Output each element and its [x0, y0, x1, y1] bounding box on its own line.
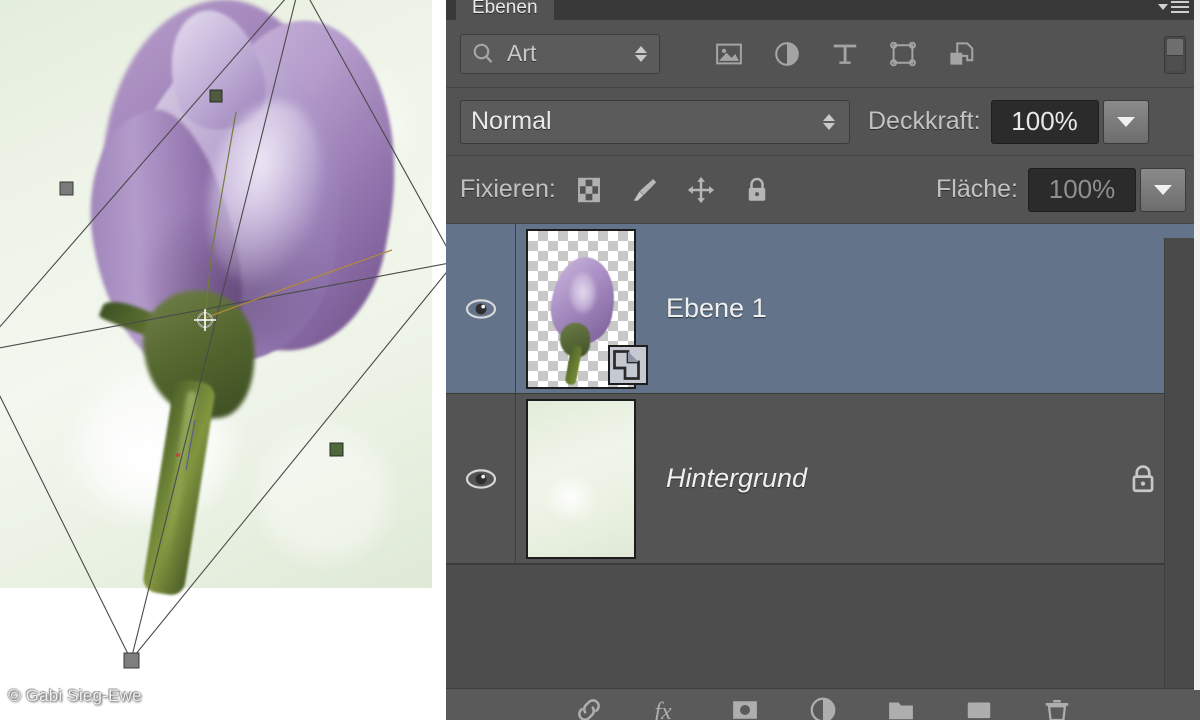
- layers-panel-toolbar: fx: [446, 688, 1200, 720]
- tab-ebenen[interactable]: Ebenen: [456, 0, 554, 20]
- photo-image: [0, 0, 432, 597]
- opacity-dropdown-button[interactable]: [1102, 99, 1149, 144]
- table-row[interactable]: Ebene 1: [446, 224, 1200, 394]
- copyright-watermark: © Gabi Sieg-Ewe: [8, 686, 142, 705]
- opacity-value: 100%: [1011, 106, 1078, 136]
- tab-ebenen-label: Ebenen: [472, 0, 538, 18]
- delete-layer-icon[interactable]: [1042, 695, 1072, 720]
- lock-image-pixels-icon[interactable]: [630, 175, 660, 205]
- lock-row: Fixieren: Fläche: 100%: [446, 156, 1200, 224]
- fill-label: Fläche:: [936, 175, 1018, 203]
- layer-list: Ebene 1 Hintergrund: [446, 224, 1200, 696]
- table-row[interactable]: Hintergrund: [446, 394, 1200, 564]
- transform-handle-bottom: [123, 652, 140, 669]
- filter-stepper-icon[interactable]: [635, 45, 647, 62]
- lock-all-icon[interactable]: [742, 175, 772, 205]
- filter-smart-objects-icon[interactable]: [946, 39, 976, 69]
- lock-transparency-icon[interactable]: [574, 175, 604, 205]
- photoshop-layers-screenshot: © Gabi Sieg-Ewe Ebenen Art Normal Deckkr…: [0, 0, 1200, 720]
- chevron-down-icon: [1154, 184, 1172, 195]
- layer-name[interactable]: Ebene 1: [666, 293, 767, 324]
- new-adjustment-layer-icon[interactable]: [808, 695, 838, 720]
- rose-bud: [40, 0, 423, 597]
- lock-label: Fixieren:: [460, 175, 556, 203]
- blend-mode-value: Normal: [471, 107, 552, 135]
- svg-text:fx: fx: [655, 699, 673, 720]
- fill-dropdown-button[interactable]: [1140, 167, 1186, 212]
- panel-right-edge: [1194, 0, 1200, 690]
- blend-mode-select[interactable]: Normal: [460, 99, 850, 144]
- smart-object-badge: [608, 344, 648, 385]
- filter-pixel-layers-icon[interactable]: [714, 39, 744, 69]
- panel-menu-icon[interactable]: [1158, 0, 1192, 18]
- filter-adjustment-layers-icon[interactable]: [772, 39, 802, 69]
- layer-filter-row: Art: [446, 20, 1200, 88]
- search-icon: [473, 43, 493, 63]
- fill-input[interactable]: 100%: [1028, 167, 1136, 212]
- layer-name[interactable]: Hintergrund: [666, 463, 807, 494]
- filter-type-select[interactable]: Art: [460, 33, 660, 74]
- layer-list-empty-area[interactable]: [446, 564, 1200, 696]
- blend-stepper-icon[interactable]: [823, 113, 835, 130]
- fill-value: 100%: [1048, 174, 1116, 204]
- filter-type-layers-icon[interactable]: [830, 39, 860, 69]
- image-canvas[interactable]: © Gabi Sieg-Ewe: [0, 0, 446, 720]
- layer-thumbnail[interactable]: [526, 228, 648, 389]
- opacity-input[interactable]: 100%: [990, 99, 1099, 144]
- filter-enable-toggle[interactable]: [1164, 36, 1186, 74]
- blend-mode-row: Normal Deckkraft: 100%: [446, 88, 1200, 156]
- new-layer-icon[interactable]: [964, 695, 994, 720]
- link-layers-icon[interactable]: [574, 695, 604, 720]
- lock-icon-group: [574, 175, 772, 205]
- layer-locked-icon: [1132, 464, 1154, 492]
- add-layer-mask-icon[interactable]: [730, 695, 760, 720]
- hamburger-icon: [1171, 1, 1189, 13]
- lock-position-icon[interactable]: [686, 175, 716, 205]
- filter-type-value: Art: [507, 40, 537, 66]
- chevron-down-icon: [1158, 4, 1168, 10]
- eye-icon: [465, 468, 496, 489]
- layers-panel: Ebenen Art Normal Deckkraft: 100% Fixier…: [446, 0, 1200, 720]
- layer-visibility-toggle[interactable]: [446, 224, 516, 393]
- new-group-icon[interactable]: [886, 695, 916, 720]
- filter-icon-group: [714, 39, 976, 69]
- opacity-label: Deckkraft:: [868, 107, 981, 135]
- filter-shape-layers-icon[interactable]: [888, 39, 918, 69]
- layer-visibility-toggle[interactable]: [446, 394, 516, 563]
- layer-thumbnail[interactable]: [526, 398, 636, 559]
- layer-style-fx-icon[interactable]: fx: [652, 695, 682, 720]
- eye-icon: [465, 298, 496, 319]
- chevron-down-icon: [1116, 116, 1135, 127]
- panel-tab-strip: Ebenen: [446, 0, 1200, 20]
- layer-thumbnail-background: [526, 398, 636, 559]
